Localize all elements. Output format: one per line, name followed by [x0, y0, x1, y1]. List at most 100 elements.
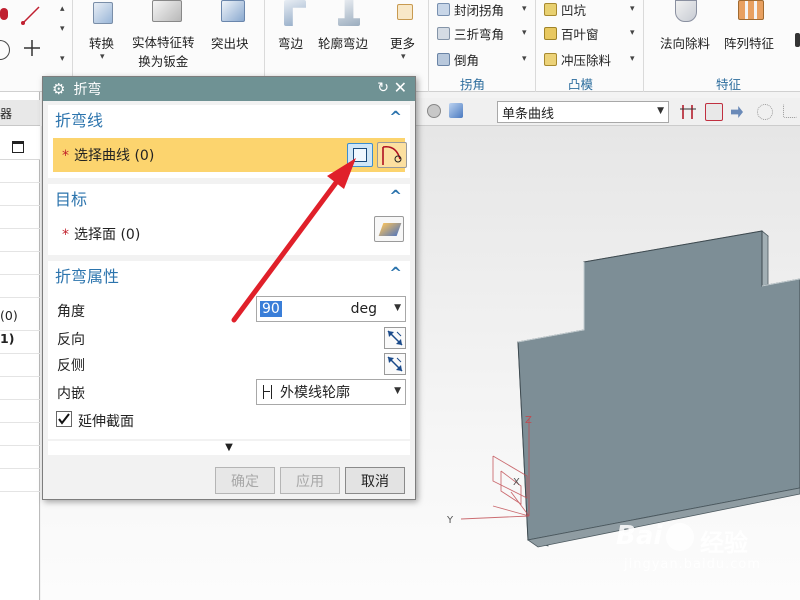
close-icon[interactable]: ✕: [394, 78, 407, 97]
solid-feature-convert-line2: 换为钣金: [138, 54, 189, 69]
angle-value[interactable]: 90: [260, 301, 282, 317]
line-tool-icon[interactable]: [20, 4, 42, 26]
sketch-section-button[interactable]: [347, 143, 373, 167]
contour-flange-button[interactable]: 轮廓弯边: [318, 33, 368, 52]
chevron-down-icon[interactable]: ▾: [60, 54, 65, 64]
datum-csys[interactable]: [460, 419, 530, 520]
normal-cutout-icon[interactable]: [675, 0, 697, 22]
face-select-button[interactable]: [374, 216, 404, 242]
bend-line-header[interactable]: 折弯线: [55, 107, 103, 131]
gear-icon[interactable]: ⚙: [52, 80, 65, 98]
angle-unit: deg: [350, 301, 377, 317]
flange-button[interactable]: 弯边: [278, 33, 303, 52]
extend-section-label: 延伸截面: [78, 414, 134, 430]
watermark-url: jingyan.baidu.com: [624, 557, 761, 572]
chevron-down-icon[interactable]: ▾: [522, 54, 527, 64]
checkmark-icon: [58, 413, 70, 425]
chevron-down-icon[interactable]: ▾: [100, 52, 105, 62]
flange-icon[interactable]: [284, 0, 306, 26]
select-curve-row[interactable]: * 选择曲线 (0): [53, 138, 407, 172]
dimple-label: 凹坑: [561, 3, 587, 18]
closed-corner-button[interactable]: 封闭拐角: [437, 0, 504, 19]
tab-block-icon[interactable]: [221, 0, 245, 22]
chevron-up-icon[interactable]: ^: [389, 264, 402, 282]
drawn-cutout-button[interactable]: 冲压除料: [544, 50, 611, 69]
part-navigator: (0) 1): [0, 92, 40, 600]
three-bend-corner-icon: [437, 27, 450, 40]
filter-icon[interactable]: [427, 104, 441, 118]
curve-icon: [382, 145, 402, 165]
arc-tool-icon[interactable]: [0, 40, 10, 60]
plus-icon[interactable]: [22, 38, 42, 58]
emboss-button[interactable]: 突出块: [211, 33, 249, 52]
arrow-right-icon[interactable]: [731, 106, 743, 118]
required-star: *: [62, 227, 69, 243]
angle-input[interactable]: 90 deg ▼: [256, 296, 406, 322]
more-button[interactable]: 更多: [390, 33, 415, 52]
solid-body-icon[interactable]: [449, 103, 463, 118]
louver-button[interactable]: 百叶窗: [544, 24, 599, 43]
curve-rule-value: 单条曲线: [502, 106, 555, 122]
more-features-partial[interactable]: [795, 33, 800, 47]
apply-button[interactable]: 应用: [280, 467, 340, 494]
chevron-down-icon[interactable]: ▾: [60, 24, 65, 34]
chamfer-button[interactable]: 倒角: [437, 50, 479, 69]
more-options-expander[interactable]: ▼: [48, 441, 410, 455]
chevron-down-icon[interactable]: ▾: [630, 54, 635, 64]
axis-x-label: X: [513, 477, 520, 488]
follow-fillet-icon[interactable]: [705, 103, 723, 121]
target-header[interactable]: 目标: [55, 186, 87, 210]
contour-flange-icon[interactable]: [338, 0, 360, 26]
reset-icon[interactable]: ↻: [377, 80, 389, 96]
dialog-title-bar[interactable]: ⚙ 折弯 ↻ ✕: [43, 77, 415, 101]
bend-properties-header[interactable]: 折弯属性: [55, 263, 119, 287]
select-face-row[interactable]: * 选择面 (0): [62, 224, 140, 244]
chevron-up-icon[interactable]: ^: [389, 108, 402, 126]
select-curve-label: 选择曲线 (0): [74, 148, 155, 164]
stop-at-intersection-icon[interactable]: [679, 103, 697, 121]
maximize-icon[interactable]: [12, 141, 24, 153]
chevron-down-icon[interactable]: ▾: [630, 28, 635, 38]
three-bend-corner-label: 三折弯角: [454, 27, 505, 42]
curve-select-button[interactable]: [377, 142, 407, 168]
chevron-down-icon[interactable]: ▾: [630, 4, 635, 14]
reverse-side-button[interactable]: [384, 353, 406, 375]
navigator-row[interactable]: (0): [0, 308, 40, 331]
more-icon[interactable]: [397, 4, 413, 20]
solid-feature-convert-line1: 实体特征转: [132, 35, 195, 50]
chevron-down-icon[interactable]: ▾: [522, 28, 527, 38]
point-tool-icon[interactable]: [0, 8, 8, 20]
snap-end-icon[interactable]: [783, 104, 797, 118]
navigator-row[interactable]: 1): [0, 331, 40, 354]
normal-cutout-button[interactable]: 法向除料: [660, 33, 710, 52]
dimple-icon: [544, 3, 557, 16]
required-star: *: [62, 148, 69, 164]
snap-point-icon[interactable]: [757, 104, 773, 120]
louver-icon: [544, 27, 557, 40]
solid-to-sheetmetal-icon[interactable]: [152, 0, 182, 22]
convert-icon[interactable]: [93, 2, 113, 24]
chevron-down-icon[interactable]: ▾: [522, 4, 527, 14]
curve-rule-dropdown[interactable]: 单条曲线 ▼: [497, 101, 669, 123]
pattern-feature-icon[interactable]: [738, 0, 764, 20]
solid-feature-convert-button[interactable]: 实体特征转 换为钣金: [132, 33, 195, 71]
chevron-up-icon[interactable]: ^: [389, 187, 402, 205]
cancel-button[interactable]: 取消: [345, 467, 405, 494]
select-face-label: 选择面 (0): [74, 227, 141, 243]
three-bend-corner-button[interactable]: 三折弯角: [437, 24, 504, 43]
dimple-button[interactable]: 凹坑: [544, 0, 586, 19]
ok-button[interactable]: 确定: [215, 467, 275, 494]
chevron-down-icon[interactable]: ▼: [394, 386, 401, 396]
extend-section-checkbox[interactable]: [56, 411, 72, 427]
convert-button[interactable]: 转换: [89, 33, 114, 52]
chevron-down-icon[interactable]: ▼: [394, 303, 401, 313]
chevron-down-icon[interactable]: ▾: [401, 52, 406, 62]
chevron-up-icon[interactable]: ▴: [60, 4, 65, 14]
mold-line-icon: [263, 385, 272, 399]
pattern-feature-button[interactable]: 阵列特征: [724, 33, 774, 52]
chamfer-icon: [437, 53, 450, 66]
inset-dropdown[interactable]: 外模线轮廓 ▼: [256, 379, 406, 405]
expand-down-icon: ▼: [225, 442, 233, 453]
reverse-label: 反向: [57, 332, 85, 348]
reverse-direction-button[interactable]: [384, 327, 406, 349]
